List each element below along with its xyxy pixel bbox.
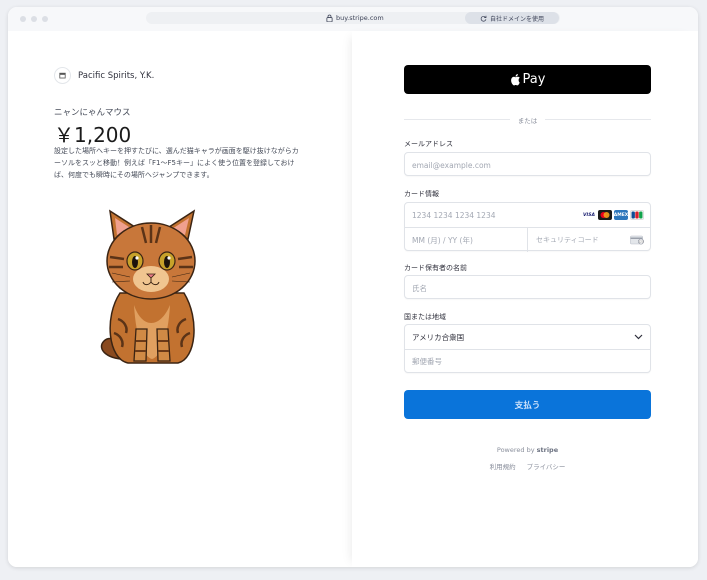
apple-pay-label: Pay xyxy=(522,72,546,87)
jcb-icon xyxy=(630,210,644,220)
email-label: メールアドレス xyxy=(404,140,453,148)
cat-illustration xyxy=(100,209,196,364)
zip-input[interactable]: 郵便番号 xyxy=(405,356,442,367)
card-cvc-input[interactable]: セキュリティコード 123 xyxy=(529,228,651,252)
card-expiry-placeholder: MM (月) / YY (年) xyxy=(412,235,473,245)
title-bar: buy.stripe.com 自社ドメインを使用 xyxy=(8,7,698,31)
product-name: ニャンにゃんマウス xyxy=(54,108,131,118)
privacy-link[interactable]: プライバシー xyxy=(527,461,566,471)
url-display[interactable]: buy.stripe.com xyxy=(326,12,384,24)
or-divider: または xyxy=(404,115,651,125)
cardholder-label: カード保有者の名前 xyxy=(404,264,467,272)
email-field-wrapper xyxy=(404,152,651,177)
address-group: アメリカ合衆国 郵便番号 xyxy=(404,324,651,373)
window-dot[interactable] xyxy=(20,16,26,22)
browser-window: buy.stripe.com 自社ドメインを使用 Pacific Spirits… xyxy=(8,7,698,567)
custom-domain-label: 自社ドメインを使用 xyxy=(489,15,544,23)
payment-form: Pay または メールアドレス カード情報 1234 1234 1234 123… xyxy=(352,31,698,567)
country-select[interactable]: アメリカ合衆国 xyxy=(405,325,650,349)
card-brand-logos: VISA AMEX xyxy=(582,210,644,220)
merchant-name: Pacific Spirits, Y.K. xyxy=(78,70,155,81)
card-info-label: カード情報 xyxy=(404,190,439,198)
apple-icon xyxy=(510,74,520,86)
powered-by-prefix: Powered by xyxy=(496,446,535,454)
visa-icon: VISA xyxy=(582,210,596,220)
merchant-header[interactable]: Pacific Spirits, Y.K. xyxy=(54,67,154,84)
stripe-logo: stripe xyxy=(536,446,559,454)
card-expiry-cvc-row: MM (月) / YY (年) セキュリティコード 123 xyxy=(405,227,651,252)
divider-text: または xyxy=(517,117,538,125)
divider-line xyxy=(545,119,651,120)
store-icon xyxy=(54,67,71,84)
url-text: buy.stripe.com xyxy=(336,14,384,22)
window-dot[interactable] xyxy=(42,16,48,22)
custom-domain-pill[interactable]: 自社ドメインを使用 xyxy=(465,12,559,24)
card-number-row[interactable]: 1234 1234 1234 1234 VISA AMEX xyxy=(405,203,650,227)
product-price: ￥1,200 xyxy=(54,123,132,147)
product-description: 設定した場所へキーを押すたびに、選んだ猫キャラが画面を駆け抜けながらカーソルをス… xyxy=(54,147,299,179)
window-controls[interactable] xyxy=(20,16,48,22)
card-expiry-input[interactable]: MM (月) / YY (年) xyxy=(405,228,528,252)
country-label: 国または地域 xyxy=(404,313,446,321)
cardholder-field-wrapper xyxy=(404,275,651,300)
chevron-down-icon xyxy=(634,334,643,340)
zip-row[interactable]: 郵便番号 xyxy=(405,349,650,373)
lock-icon xyxy=(326,14,333,22)
amex-icon: AMEX xyxy=(614,210,628,220)
svg-text:123: 123 xyxy=(639,240,644,244)
refresh-icon xyxy=(480,15,487,22)
email-field[interactable] xyxy=(405,154,650,177)
mastercard-icon xyxy=(598,210,612,220)
product-summary: Pacific Spirits, Y.K. ニャンにゃんマウス ￥1,200 設… xyxy=(8,31,352,567)
card-cvc-placeholder: セキュリティコード xyxy=(536,236,599,244)
cvc-card-icon: 123 xyxy=(630,235,644,245)
country-selected-value: アメリカ合衆国 xyxy=(412,332,465,342)
terms-link[interactable]: 利用規約 xyxy=(490,461,516,471)
window-dot[interactable] xyxy=(31,16,37,22)
card-number-input[interactable]: 1234 1234 1234 1234 xyxy=(405,211,496,220)
pay-button[interactable]: 支払う xyxy=(404,390,651,419)
powered-by-stripe[interactable]: Powered by stripe xyxy=(404,446,651,454)
apple-pay-button[interactable]: Pay xyxy=(404,65,651,94)
footer-links: 利用規約 プライバシー xyxy=(404,461,651,471)
card-info-group: 1234 1234 1234 1234 VISA AMEX MM (月) / Y… xyxy=(404,202,651,252)
cardholder-name-field[interactable] xyxy=(405,277,650,300)
